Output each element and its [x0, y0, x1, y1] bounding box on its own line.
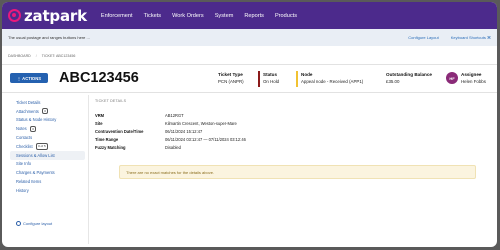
assignee-value[interactable]: Helen Fobbs: [461, 79, 486, 84]
status-color-bar: [258, 71, 260, 87]
gear-icon: [16, 221, 21, 226]
sidebar-item-history[interactable]: History: [10, 186, 85, 195]
actions-button[interactable]: ⋮ ACTIONS: [10, 73, 48, 83]
field-label: Site: [95, 121, 103, 127]
section-title: TICKET DETAILS: [95, 99, 127, 103]
sidebar-item-label: Checklist: [16, 143, 33, 149]
logo-icon: [8, 9, 21, 22]
nav-item-work-orders[interactable]: Work Orders: [172, 13, 204, 19]
sidebar-item-label: Attachments: [16, 108, 39, 114]
field-label: Contravention Date/Time: [95, 129, 144, 135]
details-fields: VRM AB12RGT Site Kilmartin Crescent, Wes…: [95, 112, 246, 151]
breadcrumb: DASHBOARD / TICKET: ABC123456: [8, 54, 75, 58]
field-value: Disabled: [165, 145, 181, 150]
field-value: AB12RGT: [165, 113, 184, 119]
count-badge: 0: [41, 107, 49, 115]
sidebar-item-contacts[interactable]: Contacts: [10, 133, 85, 142]
divider: [2, 64, 497, 65]
divider: [2, 92, 497, 93]
sidebar-item-checklist[interactable]: Checklist 0 of 5: [10, 142, 85, 151]
nav-item-products[interactable]: Products: [275, 13, 297, 19]
field-value: Kilmartin Crescent, Weston-super-Mare: [165, 121, 237, 127]
status-label: Status: [263, 72, 278, 77]
sidebar-item-sessions-allow-list[interactable]: Sessions & Allow List: [10, 150, 85, 160]
configure-layout-button[interactable]: Configure layout: [16, 221, 52, 226]
assignee-avatar[interactable]: HF: [446, 72, 458, 84]
sidebar-item-label: History: [16, 187, 29, 193]
app-logo[interactable]: zatpark: [8, 7, 87, 25]
ticket-type-info: Ticket Type PCN (ANPR): [218, 72, 244, 84]
breadcrumb-current: TICKET: ABC123456: [41, 54, 76, 58]
sidebar-item-label: Ticket Details: [16, 99, 41, 105]
field-row-fuzzy-matching: Fuzzy Matching Disabled: [95, 144, 246, 152]
field-row-site: Site Kilmartin Crescent, Weston-super-Ma…: [95, 120, 246, 128]
sidebar-item-attachments[interactable]: Attachments 0: [10, 107, 85, 116]
field-row-time-range: Time Range 06/11/2024 03:12:47 — 07/11/2…: [95, 136, 246, 144]
field-row-vrm: VRM AB12RGT: [95, 112, 246, 120]
assignee-label: Assignee: [461, 72, 482, 77]
status-info: Status On Hold: [263, 72, 279, 84]
top-navigation: zatpark Enforcement Tickets Work Orders …: [2, 2, 497, 29]
node-info: Node Appeal node - Received (APP1): [301, 72, 363, 84]
nav-item-enforcement[interactable]: Enforcement: [101, 13, 133, 19]
field-label: VRM: [95, 113, 105, 119]
toolbar-message: The usual postage and ranges buttons her…: [8, 35, 90, 40]
node-label: Node: [301, 72, 313, 77]
sidebar-item-notes[interactable]: Notes 0: [10, 124, 85, 133]
field-row-contravention: Contravention Date/Time 06/11/2024 15:12…: [95, 128, 246, 136]
ticket-details-panel: TICKET DETAILS VRM AB12RGT Site Kilmarti…: [88, 95, 491, 244]
sub-toolbar: The usual postage and ranges buttons her…: [2, 29, 497, 46]
keyboard-shortcuts-link[interactable]: Keyboard Shortcuts ⌘: [451, 35, 491, 40]
sidebar-item-site-info[interactable]: Site Info: [10, 160, 85, 169]
field-value: 06/11/2024 03:12:47 — 07/11/2024 03:12:4…: [165, 137, 246, 143]
sidebar-item-status-node-history[interactable]: Status & Node History: [10, 116, 85, 125]
sidebar-item-label: Notes: [16, 126, 27, 132]
app-name: zatpark: [24, 6, 87, 25]
toolbar-links: Configure Layout Keyboard Shortcuts ⌘: [396, 35, 491, 40]
sidebar: Ticket Details Attachments 0 Status & No…: [10, 98, 85, 195]
field-label: Time Range: [95, 137, 119, 143]
checklist-badge: 0 of 5: [35, 143, 49, 150]
sidebar-item-label: Contacts: [16, 135, 33, 141]
configure-layout-link[interactable]: Configure Layout: [408, 35, 438, 40]
sidebar-item-charges-payments[interactable]: Charges & Payments: [10, 168, 85, 177]
node-color-bar: [296, 71, 298, 87]
breadcrumb-home[interactable]: DASHBOARD: [8, 54, 31, 58]
ticket-type-label: Ticket Type: [218, 72, 243, 77]
ticket-type-value: PCN (ANPR): [218, 78, 244, 84]
status-value: On Hold: [263, 78, 280, 84]
sidebar-item-label: Status & Node History: [16, 117, 57, 123]
nav-menu: Enforcement Tickets Work Orders System R…: [101, 13, 308, 19]
field-label: Fuzzy Matching: [95, 145, 126, 150]
outstanding-balance-value: £35.00: [386, 78, 400, 84]
node-value: Appeal node - Received (APP1): [301, 78, 364, 84]
no-matches-notice: There are no exact matches for the detai…: [119, 165, 476, 179]
nav-item-reports[interactable]: Reports: [244, 13, 264, 19]
app-window: zatpark Enforcement Tickets Work Orders …: [2, 2, 497, 247]
breadcrumb-separator: /: [35, 54, 37, 58]
configure-layout-label: Configure layout: [23, 221, 53, 226]
sidebar-item-label: Sessions & Allow List: [16, 152, 55, 158]
assignee-info: Assignee Helen Fobbs: [461, 72, 486, 84]
outstanding-balance-info: Outstanding Balance £35.00: [386, 72, 432, 84]
outstanding-balance-label: Outstanding Balance: [386, 72, 432, 77]
nav-item-tickets[interactable]: Tickets: [144, 13, 162, 19]
nav-item-system[interactable]: System: [215, 13, 234, 19]
count-badge: 0: [29, 125, 37, 133]
ticket-number: ABC123456: [59, 70, 139, 86]
sidebar-item-ticket-details[interactable]: Ticket Details: [10, 98, 85, 107]
field-value: 06/11/2024 15:12:47: [165, 129, 203, 135]
sidebar-item-label: Site Info: [16, 161, 32, 167]
sidebar-item-label: Related Items: [16, 179, 42, 185]
sidebar-item-related-items[interactable]: Related Items: [10, 177, 85, 186]
sidebar-item-label: Charges & Payments: [16, 170, 55, 176]
